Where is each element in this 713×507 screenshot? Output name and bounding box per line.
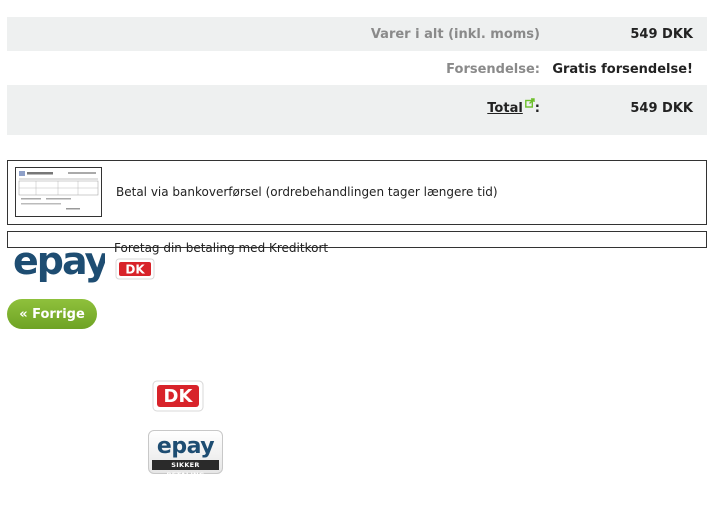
- items-total-row: Varer i alt (inkl. moms) 549 DKK: [7, 17, 707, 51]
- credit-card-label: Foretag din betaling med Kreditkort: [114, 241, 329, 255]
- bank-form-icon: [18, 171, 99, 210]
- shipping-label: Forsendelse:: [446, 62, 540, 77]
- items-total-label: Varer i alt (inkl. moms): [370, 27, 540, 42]
- epay-badge-subtitle: SIKKER BETALING: [152, 460, 219, 479]
- total-value: 549 DKK: [630, 101, 693, 116]
- total-link[interactable]: Total: [487, 101, 523, 116]
- shipping-row: Forsendelse: Gratis forsendelse!: [7, 51, 707, 85]
- dankort-small-text: DK: [125, 263, 145, 277]
- payment-option-bank-transfer[interactable]: Betal via bankoverførsel (ordrebehandlin…: [7, 160, 707, 225]
- shipping-value: Gratis forsendelse!: [552, 62, 693, 77]
- epay-logo-text: epay: [13, 240, 105, 283]
- dankort-logo-large: DK: [152, 380, 204, 412]
- epay-badge-word: epay: [156, 434, 215, 459]
- bank-transfer-label: Betal via bankoverførsel (ordrebehandlin…: [116, 185, 498, 199]
- dankort-logo-small: DK: [115, 258, 155, 280]
- external-link-icon[interactable]: [524, 98, 535, 108]
- total-label-group: Total:: [487, 98, 540, 116]
- items-total-value: 549 DKK: [630, 27, 693, 42]
- epay-logo: epay: [13, 240, 105, 283]
- order-summary: Varer i alt (inkl. moms) 549 DKK Forsend…: [7, 17, 707, 135]
- payment-option-credit-card[interactable]: Foretag din betaling med Kreditkort: [7, 231, 707, 255]
- total-row: Total: 549 DKK: [7, 85, 707, 135]
- bank-transfer-form-thumbnail: [15, 167, 102, 217]
- dankort-large-text: DK: [164, 386, 194, 407]
- total-suffix: :: [534, 101, 540, 116]
- epay-secure-badge: epay SIKKER BETALING: [148, 430, 223, 479]
- previous-button[interactable]: « Forrige: [7, 299, 97, 329]
